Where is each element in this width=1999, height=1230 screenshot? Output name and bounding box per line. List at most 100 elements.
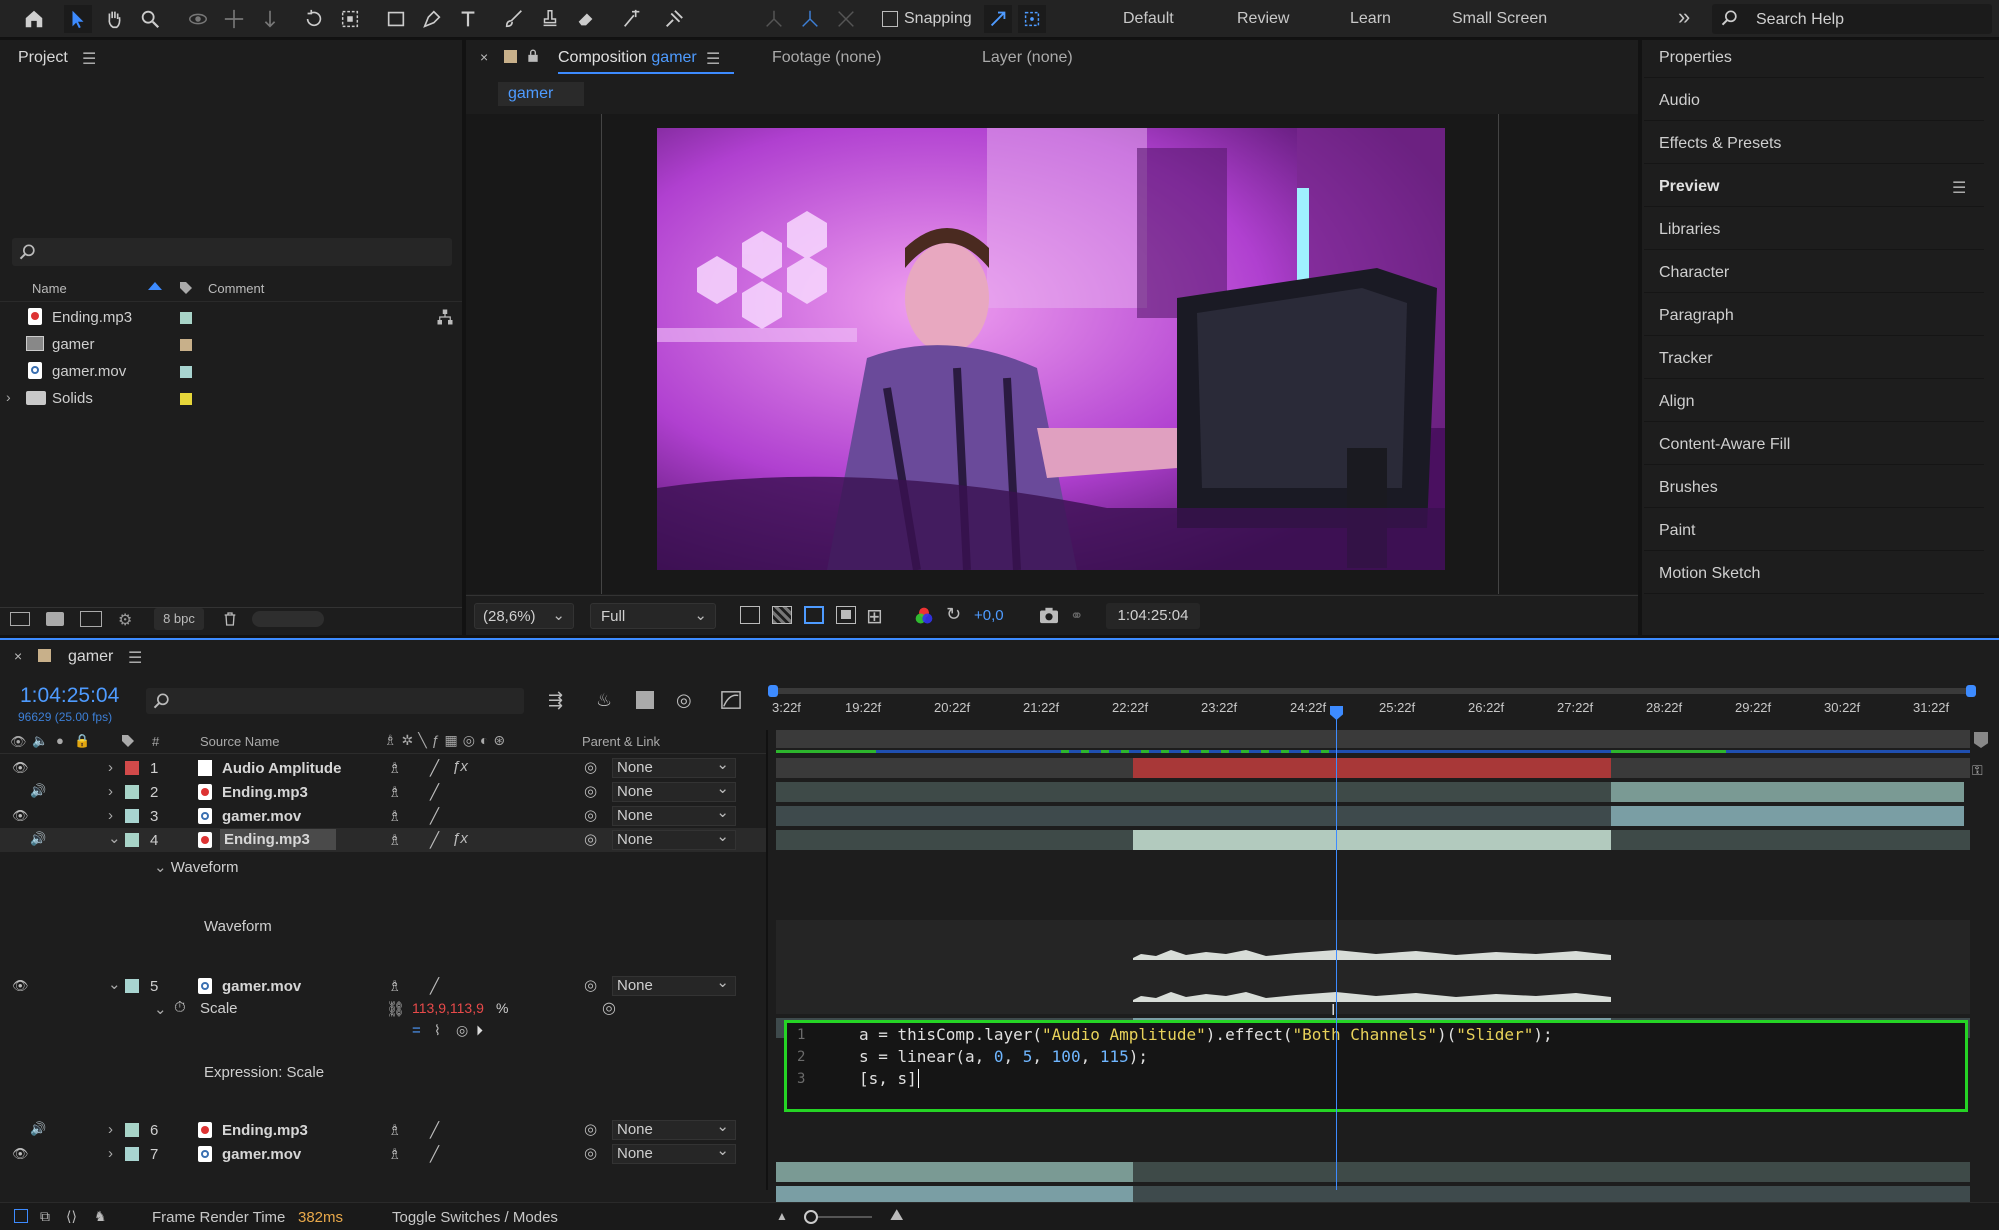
project-item-gamer-mov[interactable]: gamer.mov <box>0 358 460 385</box>
rotate-tool-icon[interactable] <box>300 5 328 33</box>
flowchart-icon[interactable] <box>436 308 454 330</box>
axis-local-icon[interactable] <box>760 5 788 33</box>
parent-dropdown[interactable]: None <box>612 1118 736 1140</box>
bit-depth-button[interactable]: 8 bpc <box>154 608 204 630</box>
comp-breadcrumb[interactable]: gamer <box>498 82 584 106</box>
trash-icon[interactable] <box>222 610 238 633</box>
snap-edges-icon[interactable] <box>984 5 1012 33</box>
expression-line-1[interactable]: a = thisComp.layer("Audio Amplitude").ef… <box>859 1025 1553 1044</box>
motion-blur-icon[interactable]: ◎ <box>676 690 692 711</box>
label-swatch[interactable] <box>180 393 192 405</box>
clone-stamp-tool-icon[interactable] <box>536 5 564 33</box>
reset-exposure-icon[interactable]: ↻ <box>946 604 961 625</box>
label-swatch[interactable] <box>125 833 139 847</box>
parent-dropdown[interactable]: None <box>612 756 736 778</box>
layer-row-2[interactable]: 🔊 › 2 Ending.mp3 ♗ ╱ ◎ None <box>0 780 766 804</box>
expression-editor[interactable]: 1 a = thisComp.layer("Audio Amplitude").… <box>784 1020 1968 1112</box>
speaker-icon[interactable]: 🔊 <box>30 831 46 847</box>
pick-whip-icon[interactable]: ◎ <box>584 1144 597 1162</box>
label-swatch[interactable] <box>125 979 139 993</box>
expand-chevron-icon[interactable]: › <box>108 783 113 800</box>
timeline-menu-icon[interactable]: ☰ <box>128 648 142 668</box>
close-tab-icon[interactable]: × <box>14 648 22 664</box>
mask-visibility-icon[interactable] <box>804 606 824 624</box>
new-composition-icon[interactable] <box>80 611 102 627</box>
shy-switch-icon[interactable]: ♗ <box>388 783 401 801</box>
eraser-tool-icon[interactable] <box>572 5 600 33</box>
home-icon[interactable] <box>20 5 48 33</box>
layer-row-5[interactable]: 👁 ⌄ 5 gamer.mov ♗ ╱ ◎ None <box>0 974 766 998</box>
layer-name[interactable]: Audio Amplitude <box>222 760 341 777</box>
panel-audio[interactable]: Audio <box>1644 81 1984 121</box>
layer-bar-2[interactable] <box>776 782 1611 802</box>
eye-icon[interactable]: 👁 <box>12 808 29 824</box>
layer-row-4[interactable]: 🔊 ⌄ 4 Ending.mp3 ♗ ╱ ƒx ◎ None <box>0 828 766 852</box>
quality-switch-icon[interactable]: ╱ <box>430 783 439 801</box>
workspace-review[interactable]: Review <box>1237 10 1289 28</box>
layer-row-6[interactable]: 🔊 › 6 Ending.mp3 ♗ ╱ ◎ None <box>0 1118 766 1142</box>
waveform-group[interactable]: ⌄ Waveform <box>154 858 239 876</box>
region-of-interest-icon[interactable] <box>836 606 856 624</box>
comp-mini-flowchart-icon[interactable]: ⇶ <box>548 690 563 711</box>
layer-row-3[interactable]: 👁 › 3 gamer.mov ♗ ╱ ◎ None <box>0 804 766 828</box>
quality-switch-icon[interactable]: ╱ <box>430 977 439 995</box>
layer-row-7[interactable]: 👁 › 7 gamer.mov ♗ ╱ ◎ None <box>0 1142 766 1166</box>
hand-tool-icon[interactable] <box>100 5 128 33</box>
comp-menu-icon[interactable]: ☰ <box>706 49 720 69</box>
panel-paragraph[interactable]: Paragraph <box>1644 296 1984 336</box>
layer-bar-2-visible[interactable] <box>1611 782 1964 802</box>
shy-switch-icon[interactable]: ♗ <box>388 831 401 849</box>
viewer-canvas[interactable] <box>466 114 1638 594</box>
label-swatch[interactable] <box>125 761 139 775</box>
scale-value[interactable]: 113,9,113,9 <box>412 1000 484 1016</box>
pick-whip-icon[interactable]: ◎ <box>584 830 597 848</box>
column-comment[interactable]: Comment <box>208 281 264 296</box>
lock-icon[interactable] <box>526 48 540 69</box>
stopwatch-icon[interactable]: ⏱ <box>174 999 186 1016</box>
show-snapshot-icon[interactable]: ⚭ <box>1070 606 1083 626</box>
collapse-chevron-icon[interactable]: ⌄ <box>108 975 121 993</box>
label-swatch[interactable] <box>125 1123 139 1137</box>
project-menu-icon[interactable]: ☰ <box>82 49 96 69</box>
comp-marker-bin-icon[interactable] <box>1974 732 1988 748</box>
eye-icon[interactable]: 👁 <box>12 1146 29 1162</box>
footage-tab[interactable]: Footage (none) <box>772 49 881 67</box>
current-time-display[interactable]: 1:04:25:04 <box>20 684 119 708</box>
quality-switch-icon[interactable]: ╱ <box>430 831 439 849</box>
grid-guides-icon[interactable]: ⊞ <box>866 604 883 629</box>
label-swatch[interactable] <box>180 312 192 324</box>
color-channels-icon[interactable] <box>914 606 934 631</box>
shy-switch-icon[interactable]: ♗ <box>388 977 401 995</box>
camera-tool-icon[interactable] <box>336 5 364 33</box>
effects-switch-icon[interactable]: ƒx <box>452 830 468 847</box>
pick-whip-icon[interactable]: ◎ <box>584 976 597 994</box>
expression-line-2[interactable]: s = linear(a, 0, 5, 100, 115); <box>859 1047 1148 1066</box>
layer-bar-4[interactable] <box>1133 830 1611 850</box>
frame-blending-icon[interactable] <box>636 691 654 709</box>
label-swatch[interactable] <box>125 1147 139 1161</box>
zoom-slider-thumb[interactable] <box>804 1210 818 1224</box>
new-folder-icon[interactable] <box>46 612 64 626</box>
collapse-chevron-icon[interactable]: ⌄ <box>154 1001 167 1018</box>
transparency-grid-icon[interactable] <box>772 606 792 624</box>
panel-preview[interactable]: Preview <box>1644 167 1984 207</box>
quality-switch-icon[interactable]: ╱ <box>430 1145 439 1163</box>
collapse-chevron-icon[interactable]: ⌄ <box>154 859 167 876</box>
zoom-tool-icon[interactable] <box>136 5 164 33</box>
brush-tool-icon[interactable] <box>500 5 528 33</box>
label-swatch[interactable] <box>125 785 139 799</box>
shy-switch-icon[interactable]: ♗ <box>388 1145 401 1163</box>
axis-world-icon[interactable] <box>796 5 824 33</box>
search-help-box[interactable]: Search Help <box>1712 4 1992 34</box>
layer-name[interactable]: gamer.mov <box>222 808 301 825</box>
parent-link-header[interactable]: Parent & Link <box>582 734 660 749</box>
render-time-icon[interactable]: ♞ <box>94 1208 107 1225</box>
pick-whip-icon[interactable]: ◎ <box>584 806 597 824</box>
graph-editor-icon[interactable] <box>720 690 742 715</box>
puppet-pin-tool-icon[interactable] <box>660 5 688 33</box>
panel-content-aware-fill[interactable]: Content-Aware Fill <box>1644 425 1984 465</box>
shy-layers-icon[interactable]: ♨ <box>596 690 612 711</box>
transfer-controls-icon[interactable]: ⧉ <box>40 1208 50 1225</box>
timeline-search-input[interactable] <box>146 688 524 714</box>
effects-switch-icon[interactable]: ƒx <box>452 758 468 775</box>
